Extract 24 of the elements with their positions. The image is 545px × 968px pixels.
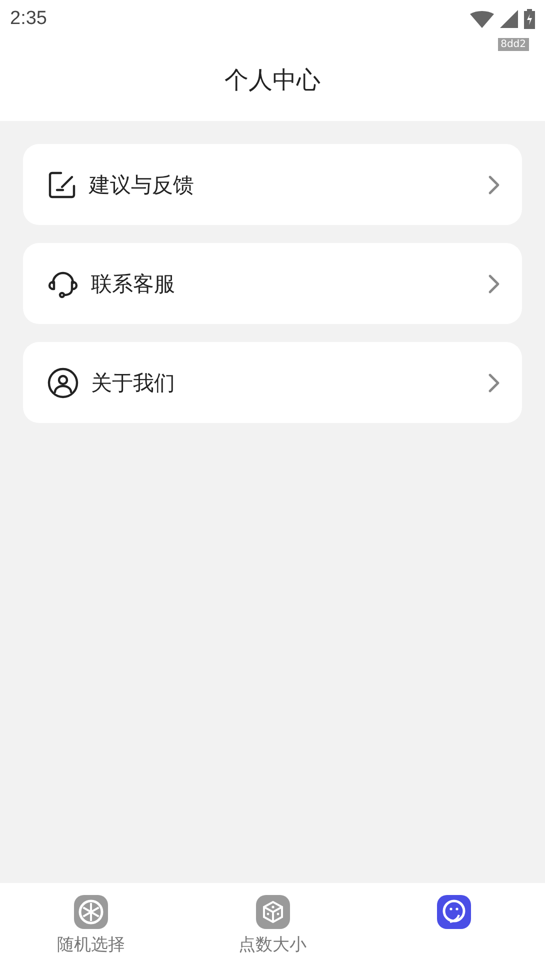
battery-icon: [524, 9, 535, 29]
wheel-icon: [74, 895, 108, 929]
chevron-icon: [488, 274, 500, 294]
wifi-icon: [470, 10, 494, 28]
menu-label: 联系客服: [91, 270, 176, 298]
status-time: 2:35: [10, 8, 47, 30]
edit-icon: [47, 170, 77, 200]
page-title: 个人中心: [224, 64, 320, 96]
tab-label: 点数大小: [238, 934, 306, 956]
smiley-icon: [437, 895, 472, 929]
menu-label: 建议与反馈: [89, 172, 195, 198]
debug-tag: 8dd2: [498, 38, 529, 51]
menu-item[interactable]: 联系客服: [23, 243, 522, 324]
chevron-icon: [488, 372, 500, 392]
nav-tab[interactable]: 随机选择: [0, 883, 182, 968]
user-icon: [47, 366, 79, 398]
signal-icon: [500, 10, 518, 28]
dice-icon: [256, 895, 290, 929]
menu-label: 关于我们: [91, 370, 176, 396]
nav-tab[interactable]: 点数大小: [182, 883, 364, 968]
tab-label: 随机选择: [56, 934, 125, 956]
menu-item[interactable]: 建议与反馈: [23, 144, 522, 225]
chevron-icon: [488, 174, 500, 194]
menu-item[interactable]: 关于我们: [23, 342, 522, 423]
